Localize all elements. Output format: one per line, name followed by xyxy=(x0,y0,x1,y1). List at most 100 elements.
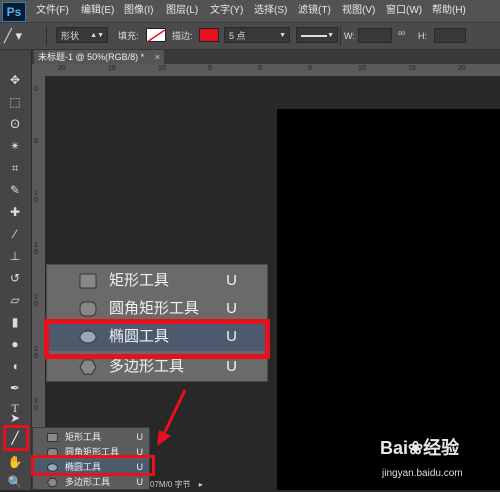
healing-brush-tool-icon[interactable]: ✚ xyxy=(4,202,26,222)
menu-item-polygon-tool[interactable]: 多边形工具 U xyxy=(33,475,149,490)
eraser-tool-icon[interactable]: ▱ xyxy=(4,290,26,310)
stroke-type-dropdown[interactable]: ▼ xyxy=(296,27,338,43)
stroke-width-value: 5 点 xyxy=(229,31,246,41)
clone-stamp-tool-icon[interactable]: ⊥ xyxy=(4,246,26,266)
eyedropper-tool-icon[interactable]: ✎ xyxy=(4,180,26,200)
stroke-swatch[interactable] xyxy=(199,28,219,42)
menu-window[interactable]: 窗口(W) xyxy=(386,0,422,22)
chevron-down-icon: ▲▼ xyxy=(90,32,104,39)
rounded-rect-icon xyxy=(79,301,97,317)
hand-tool-icon[interactable]: ✋ xyxy=(4,452,26,472)
ruler-tick-label: 20 xyxy=(458,65,466,72)
menu-file[interactable]: 文件(F) xyxy=(36,0,69,22)
watermark-brand: Bai❀经验 xyxy=(380,438,460,458)
stroke-width-field[interactable]: 5 点 ▼ xyxy=(224,27,290,43)
baidu-jingyan-watermark: Bai❀经验 jingyan.baidu.com xyxy=(378,434,498,484)
magic-wand-tool-icon[interactable]: ✴ xyxy=(4,136,26,156)
document-title: 未标题-1 @ 50%(RGB/8) * xyxy=(38,52,145,62)
lasso-tool-icon[interactable]: ʘ xyxy=(4,114,26,134)
menu-type[interactable]: 文字(Y) xyxy=(210,0,243,22)
highlight-box-ellipse-zoomed xyxy=(44,319,270,359)
menu-layer[interactable]: 图层(L) xyxy=(166,0,198,22)
menu-view[interactable]: 视图(V) xyxy=(342,0,375,22)
stroke-line-preview xyxy=(301,35,327,37)
fill-label: 填充: xyxy=(118,31,139,41)
ruler-tick-label: 5 xyxy=(308,65,312,72)
brush-tool-icon[interactable]: ∕ xyxy=(4,224,26,244)
toolbox: ✥ ⬚ ʘ ✴ ⌗ ✎ ✚ ∕ ⊥ ↺ ▱ ▮ ● ◖ ✒ T ➤ ╱ ✋ 🔍 xyxy=(0,50,32,490)
photoshop-logo: Ps xyxy=(2,2,26,22)
menu-select[interactable]: 选择(S) xyxy=(254,0,287,22)
ruler-tick-label: 0 xyxy=(258,65,262,72)
ruler-tick-label: 2 5 xyxy=(34,346,38,360)
menu-item-label: 矩形工具 xyxy=(65,432,102,442)
play-icon[interactable]: ▸ xyxy=(199,480,203,489)
status-text: 07M/0 字节 xyxy=(150,480,191,489)
link-icon[interactable]: ∞ xyxy=(398,28,405,39)
close-icon[interactable]: × xyxy=(155,50,160,64)
gradient-tool-icon[interactable]: ▮ xyxy=(4,312,26,332)
marquee-tool-icon[interactable]: ⬚ xyxy=(4,92,26,112)
ruler-tick-label: 1 5 xyxy=(34,242,38,256)
document-tab[interactable]: 未标题-1 @ 50%(RGB/8) * × xyxy=(34,50,164,64)
shortcut-key: U xyxy=(136,477,144,487)
rectangle-icon xyxy=(47,433,58,442)
chevron-down-icon: ▼ xyxy=(327,32,334,39)
ruler-tick-label: 15 xyxy=(108,65,116,72)
paw-icon: ❀ xyxy=(408,438,424,458)
crop-tool-icon[interactable]: ⌗ xyxy=(4,158,26,178)
zoom-tool-icon[interactable]: 🔍 xyxy=(4,472,26,492)
fill-swatch[interactable] xyxy=(146,28,166,43)
highlight-box-ellipse xyxy=(31,455,155,476)
menu-filter[interactable]: 滤镜(T) xyxy=(298,0,331,22)
width-field[interactable] xyxy=(358,28,392,43)
menu-item-label: 多边形工具 xyxy=(65,477,111,487)
dodge-tool-icon[interactable]: ◖ xyxy=(4,356,26,376)
no-fill-slash-icon xyxy=(146,29,166,43)
menu-item-rectangle-tool[interactable]: 矩形工具 U xyxy=(47,267,267,295)
polygon-icon xyxy=(79,359,97,375)
chevron-down-icon: ▼ xyxy=(279,32,286,39)
status-bar: 07M/0 字节 ▸ xyxy=(150,480,270,490)
ruler-tick-label: 15 xyxy=(408,65,416,72)
watermark-url: jingyan.baidu.com xyxy=(382,468,463,479)
ruler-tick-label: 10 xyxy=(158,65,166,72)
line-tool-preset-icon[interactable]: ╱ ▾ xyxy=(4,27,32,45)
separator xyxy=(340,26,341,46)
mode-value: 形状 xyxy=(61,31,80,41)
mode-dropdown[interactable]: 形状 ▲▼ xyxy=(56,27,108,43)
menu-help[interactable]: 帮助(H) xyxy=(432,0,466,22)
document-tab-bar: 未标题-1 @ 50%(RGB/8) * × xyxy=(32,50,500,64)
ruler-tick-label: 3 0 xyxy=(34,398,38,412)
ruler-corner xyxy=(32,64,46,76)
shortcut-key: U xyxy=(226,272,237,289)
arrow-icon xyxy=(157,389,187,446)
width-label: W: xyxy=(344,31,355,41)
height-label: H: xyxy=(418,31,427,41)
ruler-tick-label: 10 xyxy=(358,65,366,72)
pen-tool-icon[interactable]: ✒ xyxy=(4,378,26,398)
stroke-label: 描边: xyxy=(172,31,193,41)
ruler-tick-label: 0 xyxy=(34,86,38,93)
menu-bar: Ps 文件(F) 编辑(E) 图像(I) 图层(L) 文字(Y) 选择(S) 滤… xyxy=(0,0,500,23)
ruler-tick-label: 1 0 xyxy=(34,190,38,204)
shortcut-key: U xyxy=(136,432,144,442)
menu-image[interactable]: 图像(I) xyxy=(124,0,153,22)
polygon-icon xyxy=(47,478,58,487)
menu-edit[interactable]: 编辑(E) xyxy=(81,0,114,22)
ruler-tick-label: 5 xyxy=(208,65,212,72)
ruler-horizontal: 20 15 10 5 0 5 10 15 20 xyxy=(46,64,500,77)
height-field[interactable] xyxy=(434,28,466,43)
blur-tool-icon[interactable]: ● xyxy=(4,334,26,354)
rectangle-icon xyxy=(79,273,97,289)
move-tool-icon[interactable]: ✥ xyxy=(4,70,26,90)
ruler-tick-label: 20 xyxy=(58,65,66,72)
menu-item-rectangle-tool[interactable]: 矩形工具 U xyxy=(33,430,149,445)
options-bar: ╱ ▾ 形状 ▲▼ 填充: 描边: 5 点 ▼ ▼ W: ∞ H: xyxy=(0,23,500,50)
separator xyxy=(46,26,47,46)
highlight-box-line-tool xyxy=(3,425,29,451)
ruler-tick-label: 2 0 xyxy=(34,294,38,308)
document-canvas[interactable] xyxy=(277,109,500,490)
ruler-tick-label: 5 xyxy=(34,138,38,145)
history-brush-tool-icon[interactable]: ↺ xyxy=(4,268,26,288)
